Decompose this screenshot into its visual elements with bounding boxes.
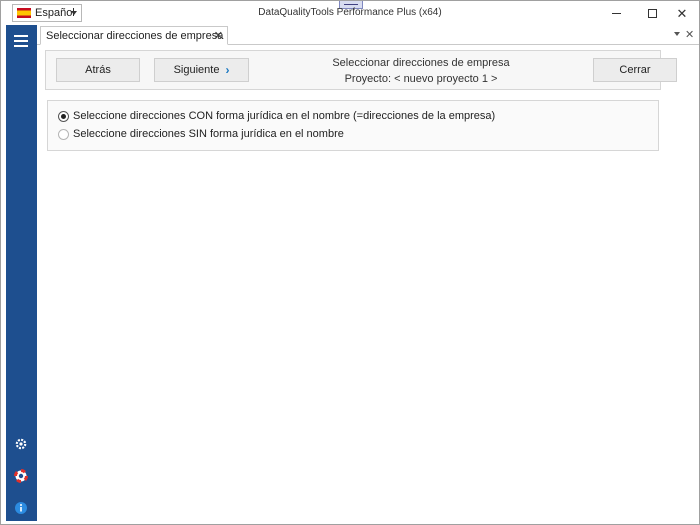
sidebar — [6, 25, 37, 521]
option-with-legal-form[interactable]: Seleccione direcciones CON forma jurídic… — [58, 110, 495, 122]
page-title: Seleccionar direcciones de empresa — [332, 57, 510, 69]
close-icon: ✕ — [676, 5, 688, 21]
back-button[interactable]: Atrás — [56, 58, 140, 82]
option-without-legal-form[interactable]: Seleccione direcciones SIN forma jurídic… — [58, 128, 344, 140]
tab-seleccionar-direcciones[interactable]: Seleccionar direcciones de empresa ✕ — [40, 26, 228, 45]
window-close-button[interactable]: ✕ — [665, 1, 699, 25]
tab-label: Seleccionar direcciones de empresa — [46, 29, 224, 42]
tab-close-icon[interactable]: ✕ — [214, 29, 223, 42]
chevron-right-icon: › — [225, 63, 230, 77]
hamburger-icon[interactable] — [14, 35, 28, 47]
project-label: Proyecto: < nuevo proyecto 1 > — [344, 73, 498, 85]
address-options-group: Seleccione direcciones CON forma jurídic… — [47, 100, 659, 151]
close-all-tabs-icon[interactable]: ✕ — [685, 28, 694, 41]
maximize-icon — [647, 8, 657, 18]
radio-button-unselected[interactable] — [58, 128, 69, 140]
info-icon[interactable] — [14, 501, 28, 515]
lifebuoy-icon[interactable] — [14, 469, 28, 483]
wizard-header-panel: Atrás Siguiente › Seleccionar direccione… — [45, 50, 677, 90]
option-label: Seleccione direcciones SIN forma jurídic… — [73, 128, 344, 140]
option-label: Seleccione direcciones CON forma jurídic… — [73, 110, 496, 122]
next-button[interactable]: Siguiente › — [154, 58, 249, 82]
minimize-icon — [611, 12, 621, 14]
tab-strip: Seleccionar direcciones de empresa ✕ — [37, 25, 699, 45]
window-title: DataQualityTools Performance Plus (x64) — [258, 7, 442, 18]
tab-list-dropdown-icon[interactable] — [674, 32, 680, 36]
gear-icon[interactable] — [14, 437, 28, 451]
maximize-button[interactable] — [635, 1, 669, 25]
next-button-label: Siguiente — [173, 64, 220, 76]
app-window: Español DataQualityTools Performance Plu… — [0, 0, 700, 525]
main-content: Atrás Siguiente › Seleccionar direccione… — [37, 45, 699, 521]
minimize-button[interactable] — [599, 1, 633, 25]
radio-button-selected[interactable] — [58, 110, 69, 122]
close-button[interactable]: Cerrar — [593, 58, 677, 82]
title-bar: Español DataQualityTools Performance Plu… — [1, 1, 699, 25]
